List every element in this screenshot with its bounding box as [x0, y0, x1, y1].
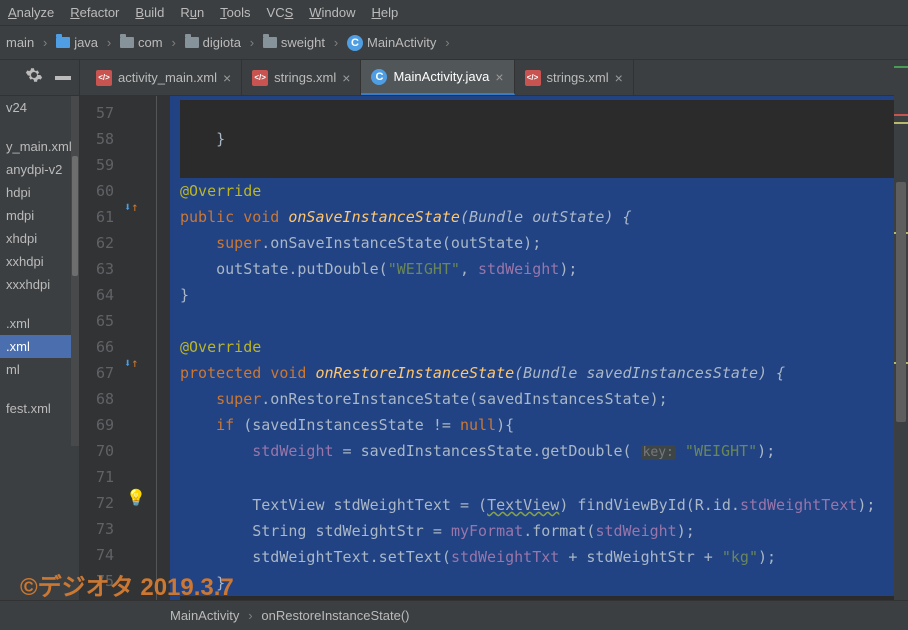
bc-mainactivity[interactable]: CMainActivity	[347, 35, 436, 51]
tree-item-selected[interactable]: .xml	[0, 335, 79, 358]
bc-java[interactable]: java	[56, 35, 98, 50]
bc-sweight[interactable]: sweight	[263, 35, 325, 50]
chevron-right-icon: ›	[331, 35, 341, 51]
override-icon[interactable]: ⬇↑	[124, 356, 138, 370]
tab-label: activity_main.xml	[118, 70, 217, 85]
bc-class[interactable]: MainActivity	[170, 608, 239, 623]
tab-label: MainActivity.java	[393, 69, 489, 84]
folder-icon	[120, 37, 134, 48]
folder-icon	[56, 37, 70, 48]
class-icon: C	[347, 35, 363, 51]
editor-tabs: </> activity_main.xml × </> strings.xml …	[80, 60, 908, 96]
tree-item[interactable]: ml	[0, 358, 79, 381]
navigation-breadcrumbs: main › java › com › digiota › sweight › …	[0, 26, 908, 60]
chevron-right-icon: ›	[247, 35, 257, 51]
close-icon[interactable]: ×	[495, 69, 503, 85]
chevron-right-icon: ›	[40, 35, 50, 51]
tab-strings2[interactable]: </> strings.xml ×	[515, 60, 634, 95]
scrollbar-thumb[interactable]	[896, 182, 906, 422]
tab-strings1[interactable]: </> strings.xml ×	[242, 60, 361, 95]
minimize-icon[interactable]	[55, 76, 71, 80]
chevron-right-icon: ›	[245, 608, 255, 624]
tree-item[interactable]: anydpi-v2	[0, 158, 79, 181]
tree-item[interactable]: xxhdpi	[0, 250, 79, 273]
project-tree[interactable]: v24 y_main.xml anydpi-v2 hdpi mdpi xhdpi…	[0, 96, 79, 420]
gear-icon[interactable]	[25, 66, 43, 89]
folder-icon	[185, 37, 199, 48]
folder-icon	[263, 37, 277, 48]
class-icon: C	[371, 69, 387, 85]
menu-run[interactable]: Run	[180, 5, 204, 20]
chevron-right-icon: ›	[104, 35, 114, 51]
tree-item[interactable]: y_main.xml	[0, 135, 79, 158]
tab-activity-main[interactable]: </> activity_main.xml ×	[86, 60, 242, 95]
menu-analyze[interactable]: Analyze	[8, 5, 54, 20]
chevron-right-icon: ›	[169, 35, 179, 51]
tree-item[interactable]: .xml	[0, 312, 79, 335]
tab-label: strings.xml	[547, 70, 609, 85]
editor-area: </> activity_main.xml × </> strings.xml …	[80, 60, 908, 600]
line-gutter: 5758596061626364656667686970717273747576	[80, 96, 120, 600]
scrollbar-thumb[interactable]	[72, 156, 78, 276]
bc-digiota[interactable]: digiota	[185, 35, 241, 50]
bc-method[interactable]: onRestoreInstanceState()	[261, 608, 409, 623]
close-icon[interactable]: ×	[342, 70, 350, 86]
tree-item[interactable]: hdpi	[0, 181, 79, 204]
menu-vcs[interactable]: VCS	[267, 5, 294, 20]
menu-tools[interactable]: Tools	[220, 5, 250, 20]
project-scrollbar[interactable]	[71, 96, 79, 446]
main-menu-bar: Analyze Refactor Build Run Tools VCS Win…	[0, 0, 908, 26]
bc-main[interactable]: main	[6, 35, 34, 50]
bottom-breadcrumbs: MainActivity › onRestoreInstanceState()	[0, 600, 908, 630]
code-content[interactable]: } @Override public void onSaveInstanceSt…	[170, 96, 908, 600]
tab-mainactivity[interactable]: C MainActivity.java ×	[361, 60, 514, 95]
menu-help[interactable]: Help	[372, 5, 399, 20]
bc-com[interactable]: com	[120, 35, 163, 50]
xml-icon: </>	[525, 70, 541, 86]
close-icon[interactable]: ×	[223, 70, 231, 86]
menu-refactor[interactable]: Refactor	[70, 5, 119, 20]
close-icon[interactable]: ×	[615, 70, 623, 86]
chevron-right-icon: ›	[442, 35, 452, 51]
tree-item[interactable]: xxxhdpi	[0, 273, 79, 296]
watermark-text: ©デジオタ 2019.3.7	[20, 567, 234, 602]
tree-item[interactable]: mdpi	[0, 204, 79, 227]
xml-icon: </>	[252, 70, 268, 86]
icon-gutter: ⬇↑ ⬇↑ 💡	[120, 96, 170, 600]
menu-window[interactable]: Window	[309, 5, 355, 20]
lightbulb-icon[interactable]: 💡	[126, 488, 146, 507]
tree-item[interactable]: fest.xml	[0, 397, 79, 420]
tree-item[interactable]: xhdpi	[0, 227, 79, 250]
menu-build[interactable]: Build	[135, 5, 164, 20]
code-editor[interactable]: 5758596061626364656667686970717273747576…	[80, 96, 908, 600]
tab-label: strings.xml	[274, 70, 336, 85]
editor-scrollbar[interactable]	[894, 62, 908, 600]
tree-item[interactable]: v24	[0, 96, 79, 119]
project-tool-window: v24 y_main.xml anydpi-v2 hdpi mdpi xhdpi…	[0, 60, 80, 600]
xml-icon: </>	[96, 70, 112, 86]
override-icon[interactable]: ⬇↑	[124, 200, 138, 214]
